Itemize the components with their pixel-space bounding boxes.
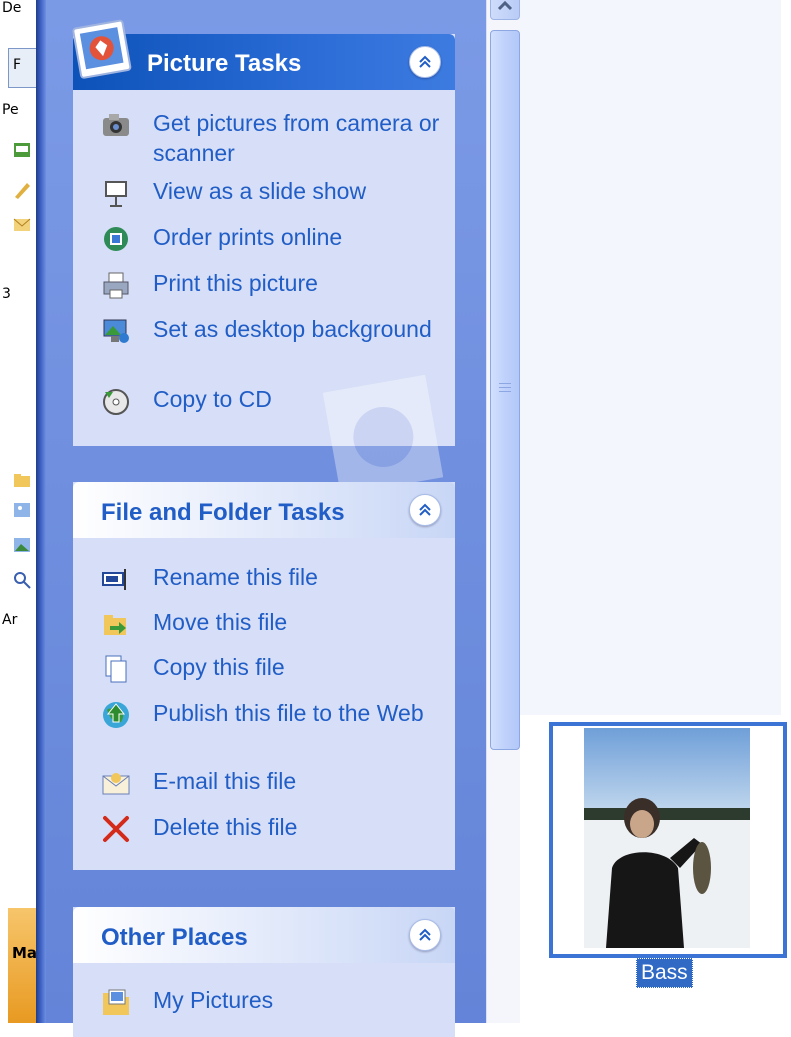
folder-icon (14, 474, 30, 487)
task-label[interactable]: View as a slide show (153, 176, 443, 206)
other-places-body: My Pictures (73, 963, 455, 1037)
task-label[interactable]: Publish this file to the Web (153, 698, 443, 728)
taskbar-button-fragment[interactable]: Ma (8, 908, 36, 1023)
window-border (36, 0, 46, 1023)
picture-tasks-logo-icon (72, 19, 132, 79)
camera-icon (103, 114, 129, 136)
collapse-other-places-button[interactable] (409, 919, 441, 951)
move-icon (104, 615, 126, 635)
other-places-title: Other Places (101, 924, 248, 951)
task-order-prints[interactable]: Order prints online (101, 222, 441, 262)
collapse-picture-tasks-button[interactable] (409, 46, 441, 78)
other-places-panel: Other Places My Pictures (73, 907, 455, 1037)
collapse-file-folder-tasks-button[interactable] (409, 494, 441, 526)
task-label[interactable]: Get pictures from camera or scanner (153, 108, 443, 168)
task-get-pictures[interactable]: Get pictures from camera or scanner (101, 108, 441, 170)
my-pictures-icon (103, 989, 129, 1015)
slideshow-icon (105, 181, 127, 207)
task-label[interactable]: Rename this file (153, 562, 443, 592)
search-icon (14, 572, 31, 589)
strip-text-fragment: Ar (2, 612, 18, 628)
task-rename-file[interactable]: Rename this file (101, 562, 441, 602)
delete-icon (103, 816, 129, 842)
scroll-up-button[interactable] (490, 0, 520, 20)
task-print-picture[interactable]: Print this picture (101, 268, 441, 308)
chevron-up-double-icon (419, 928, 431, 941)
other-places-header[interactable]: Other Places (73, 907, 455, 963)
strip-text-fragment: 3 (2, 286, 11, 302)
picture-tasks-header[interactable]: Picture Tasks (72, 19, 455, 90)
picture-icon (14, 503, 30, 517)
task-label[interactable]: Copy to CD (153, 384, 443, 414)
file-folder-tasks-panel: File and Folder Tasks Rename this file M… (73, 482, 455, 870)
publish-web-icon (103, 702, 129, 728)
task-label[interactable]: Order prints online (153, 222, 443, 252)
envelope-icon (13, 218, 31, 231)
file-folder-tasks-body: Rename this file Move this file Copy thi… (73, 538, 455, 870)
chevron-up-icon (497, 0, 513, 11)
place-my-pictures[interactable]: My Pictures (101, 985, 441, 1025)
background-window-strip: De F Pe 3 Ar Ma (0, 0, 36, 1023)
file-thumbnail-selected[interactable] (549, 722, 787, 958)
chevron-up-double-icon (419, 55, 431, 68)
file-folder-tasks-header[interactable]: File and Folder Tasks (73, 482, 455, 538)
picture-tasks-title: Picture Tasks (147, 50, 302, 77)
picture-icon (14, 538, 30, 552)
task-email-file[interactable]: E-mail this file (101, 766, 441, 806)
strip-menu-box[interactable]: F (8, 48, 36, 88)
task-label[interactable]: Set as desktop background (153, 314, 443, 344)
task-label[interactable]: Delete this file (153, 812, 443, 842)
picture-tasks-panel: Picture Tasks Get pictures from camera o… (72, 19, 455, 495)
file-view-area (520, 0, 791, 1023)
task-label[interactable]: Print this picture (153, 268, 443, 298)
task-label[interactable]: Copy this file (153, 652, 443, 682)
task-publish-web[interactable]: Publish this file to the Web (101, 698, 441, 760)
strip-text-fragment: De (2, 0, 22, 16)
task-delete-file[interactable]: Delete this file (101, 812, 441, 852)
copy-icon (105, 655, 127, 683)
taskbar-button-text: Ma (12, 944, 36, 962)
strip-text-fragment: Pe (2, 102, 19, 118)
picture-tasks-body: Get pictures from camera or scanner View… (73, 90, 455, 495)
bass-photo-image (584, 728, 750, 948)
scroll-thumb[interactable] (490, 30, 520, 750)
task-copy-file[interactable]: Copy this file (101, 652, 441, 692)
desktop-background-icon (103, 319, 129, 343)
task-label[interactable]: My Pictures (153, 985, 443, 1015)
task-copy-to-cd[interactable]: Copy to CD (101, 384, 441, 424)
chevron-up-double-icon (419, 503, 431, 516)
file-list-area (520, 0, 781, 715)
task-label[interactable]: Move this file (153, 607, 443, 637)
task-pane: Picture Tasks Get pictures from camera o… (46, 0, 486, 1037)
scroll-grip (499, 383, 511, 395)
document-icon (14, 143, 30, 157)
task-label[interactable]: E-mail this file (153, 766, 443, 796)
task-set-desktop-background[interactable]: Set as desktop background (101, 314, 441, 376)
strip-text-fragment: F (13, 57, 22, 73)
printer-icon (103, 272, 129, 299)
task-slide-show[interactable]: View as a slide show (101, 176, 441, 216)
file-name-label[interactable]: Bass (636, 958, 693, 988)
rename-icon (102, 569, 126, 590)
pencil-icon (15, 183, 30, 199)
order-prints-icon (104, 227, 128, 251)
task-pane-scrollbar[interactable] (486, 0, 521, 1023)
task-move-file[interactable]: Move this file (101, 607, 441, 647)
cd-icon (103, 389, 129, 415)
file-folder-tasks-title: File and Folder Tasks (101, 499, 345, 526)
email-icon (102, 773, 130, 795)
